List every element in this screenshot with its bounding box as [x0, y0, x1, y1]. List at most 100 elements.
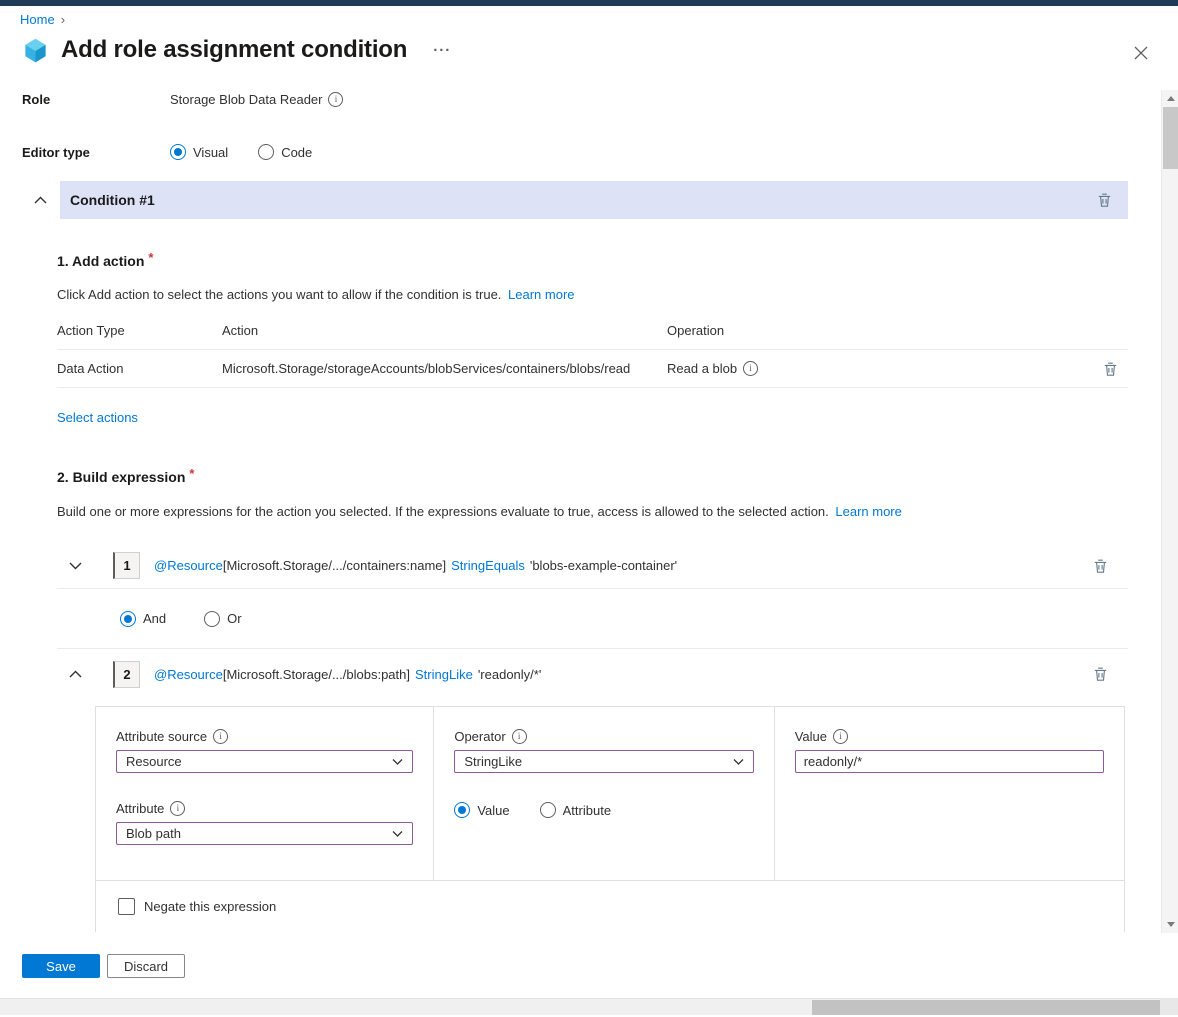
collapse-condition-button[interactable] [32, 190, 49, 209]
heading-text: 2. Build expression [57, 469, 185, 485]
required-asterisk: * [148, 250, 153, 265]
operator-dropdown[interactable]: StringLike [454, 750, 753, 773]
breadcrumb-home-link[interactable]: Home [20, 12, 55, 27]
more-options-button[interactable]: ··· [429, 40, 455, 61]
vertical-scrollbar-thumb[interactable] [1163, 107, 1178, 169]
close-button[interactable] [1132, 44, 1150, 65]
cell-operation: Read a blob [667, 361, 1086, 376]
dropdown-value: Blob path [126, 826, 181, 841]
radio-option-code[interactable]: Code [258, 144, 312, 160]
radio-visual-label: Visual [193, 145, 228, 160]
label-text: Operator [454, 729, 505, 744]
horizontal-scrollbar[interactable] [0, 998, 1160, 1015]
radio-option-attribute[interactable]: Attribute [540, 802, 611, 818]
value-input[interactable] [795, 750, 1104, 773]
table-header-row: Action Type Action Operation [57, 318, 1128, 350]
chevron-up-icon [69, 670, 82, 678]
negate-label: Negate this expression [144, 899, 276, 914]
cell-row-actions [1086, 359, 1128, 379]
operation-text: Read a blob [667, 361, 737, 376]
trash-icon [1103, 361, 1118, 377]
radio-option-value[interactable]: Value [454, 802, 509, 818]
breadcrumb-separator: › [61, 12, 65, 27]
radio-icon [258, 144, 274, 160]
trash-icon [1093, 666, 1108, 682]
trash-icon [1093, 558, 1108, 574]
discard-button[interactable]: Discard [107, 954, 185, 978]
breadcrumb: Home › [20, 12, 65, 27]
expression-index: 1 [113, 552, 140, 579]
radio-value-label: Value [477, 803, 509, 818]
editor-type-label: Editor type [22, 145, 170, 160]
condition-header[interactable]: Condition #1 [60, 181, 1128, 219]
role-value: Storage Blob Data Reader [170, 92, 343, 107]
negate-checkbox[interactable] [118, 898, 135, 915]
expression-source-link[interactable]: @Resource [154, 667, 223, 682]
expression-summary: @Resource[Microsoft.Storage/.../blobs:pa… [154, 667, 541, 682]
logical-operator-row: And Or [57, 589, 1128, 649]
radio-option-or[interactable]: Or [204, 611, 241, 627]
scrollbar-corner [1160, 998, 1178, 1015]
attribute-source-label: Attribute source [116, 729, 413, 744]
delete-action-button[interactable] [1101, 359, 1120, 379]
page-title: Add role assignment condition [61, 36, 407, 64]
add-action-description: Click Add action to select the actions y… [57, 287, 1128, 302]
info-icon[interactable] [512, 729, 527, 744]
radio-selected-icon [170, 144, 186, 160]
value-column: Value [775, 707, 1124, 880]
label-text: Value [795, 729, 827, 744]
expression-summary: @Resource[Microsoft.Storage/.../containe… [154, 558, 677, 573]
collapse-expression-2-button[interactable] [67, 668, 84, 680]
role-field: Role Storage Blob Data Reader [22, 92, 343, 107]
build-expression-heading: 2. Build expression* [57, 469, 1128, 485]
cell-action-type: Data Action [57, 361, 222, 376]
delete-expression-1-button[interactable] [1091, 556, 1110, 576]
value-label: Value [795, 729, 1104, 744]
negate-expression-row: Negate this expression [96, 880, 1124, 932]
attribute-source-dropdown[interactable]: Resource [116, 750, 413, 773]
expression-row-2: 2 @Resource[Microsoft.Storage/.../blobs:… [57, 649, 1128, 699]
learn-more-link[interactable]: Learn more [508, 287, 574, 302]
expression-path: [Microsoft.Storage/.../containers:name] [223, 558, 446, 573]
expand-expression-1-button[interactable] [67, 560, 84, 572]
operator-label: Operator [454, 729, 753, 744]
save-button[interactable]: Save [22, 954, 100, 978]
info-icon[interactable] [328, 92, 343, 107]
portal-top-bar [0, 0, 1178, 6]
info-icon[interactable] [213, 729, 228, 744]
info-icon[interactable] [833, 729, 848, 744]
radio-and-label: And [143, 611, 166, 626]
scroll-down-button[interactable] [1162, 916, 1178, 933]
attribute-dropdown[interactable]: Blob path [116, 822, 413, 845]
trash-icon [1097, 192, 1112, 208]
delete-expression-2-button[interactable] [1091, 664, 1110, 684]
radio-option-visual[interactable]: Visual [170, 144, 228, 160]
column-header-action-type: Action Type [57, 323, 222, 338]
learn-more-link[interactable]: Learn more [835, 504, 901, 519]
column-header-action: Action [222, 323, 667, 338]
expression-row-1: 1 @Resource[Microsoft.Storage/.../contai… [57, 543, 1128, 589]
expression-operator-link[interactable]: StringLike [415, 667, 473, 682]
vertical-scrollbar[interactable] [1161, 90, 1178, 933]
delete-condition-button[interactable] [1095, 190, 1114, 210]
info-icon[interactable] [170, 801, 185, 816]
actions-table: Action Type Action Operation Data Action… [57, 318, 1128, 388]
expression-editor-panel: Attribute source Resource Attribute Blob… [95, 706, 1125, 932]
add-role-assignment-condition-page: Home › Add role assignment condition ···… [0, 0, 1178, 1017]
expression-operator-link[interactable]: StringEquals [451, 558, 525, 573]
chevron-down-icon [392, 830, 403, 837]
scroll-up-button[interactable] [1162, 90, 1178, 107]
dropdown-value: Resource [126, 754, 182, 769]
editor-type-field: Editor type Visual Code [22, 144, 312, 160]
radio-selected-icon [120, 611, 136, 627]
info-icon[interactable] [743, 361, 758, 376]
expression-value: 'blobs-example-container' [530, 558, 677, 573]
horizontal-scrollbar-thumb[interactable] [812, 1000, 1160, 1015]
radio-selected-icon [454, 802, 470, 818]
label-text: Attribute source [116, 729, 207, 744]
value-attribute-options: Value Attribute [454, 802, 753, 818]
chevron-up-icon [34, 196, 47, 204]
select-actions-link[interactable]: Select actions [57, 410, 138, 425]
expression-source-link[interactable]: @Resource [154, 558, 223, 573]
radio-option-and[interactable]: And [120, 611, 166, 627]
